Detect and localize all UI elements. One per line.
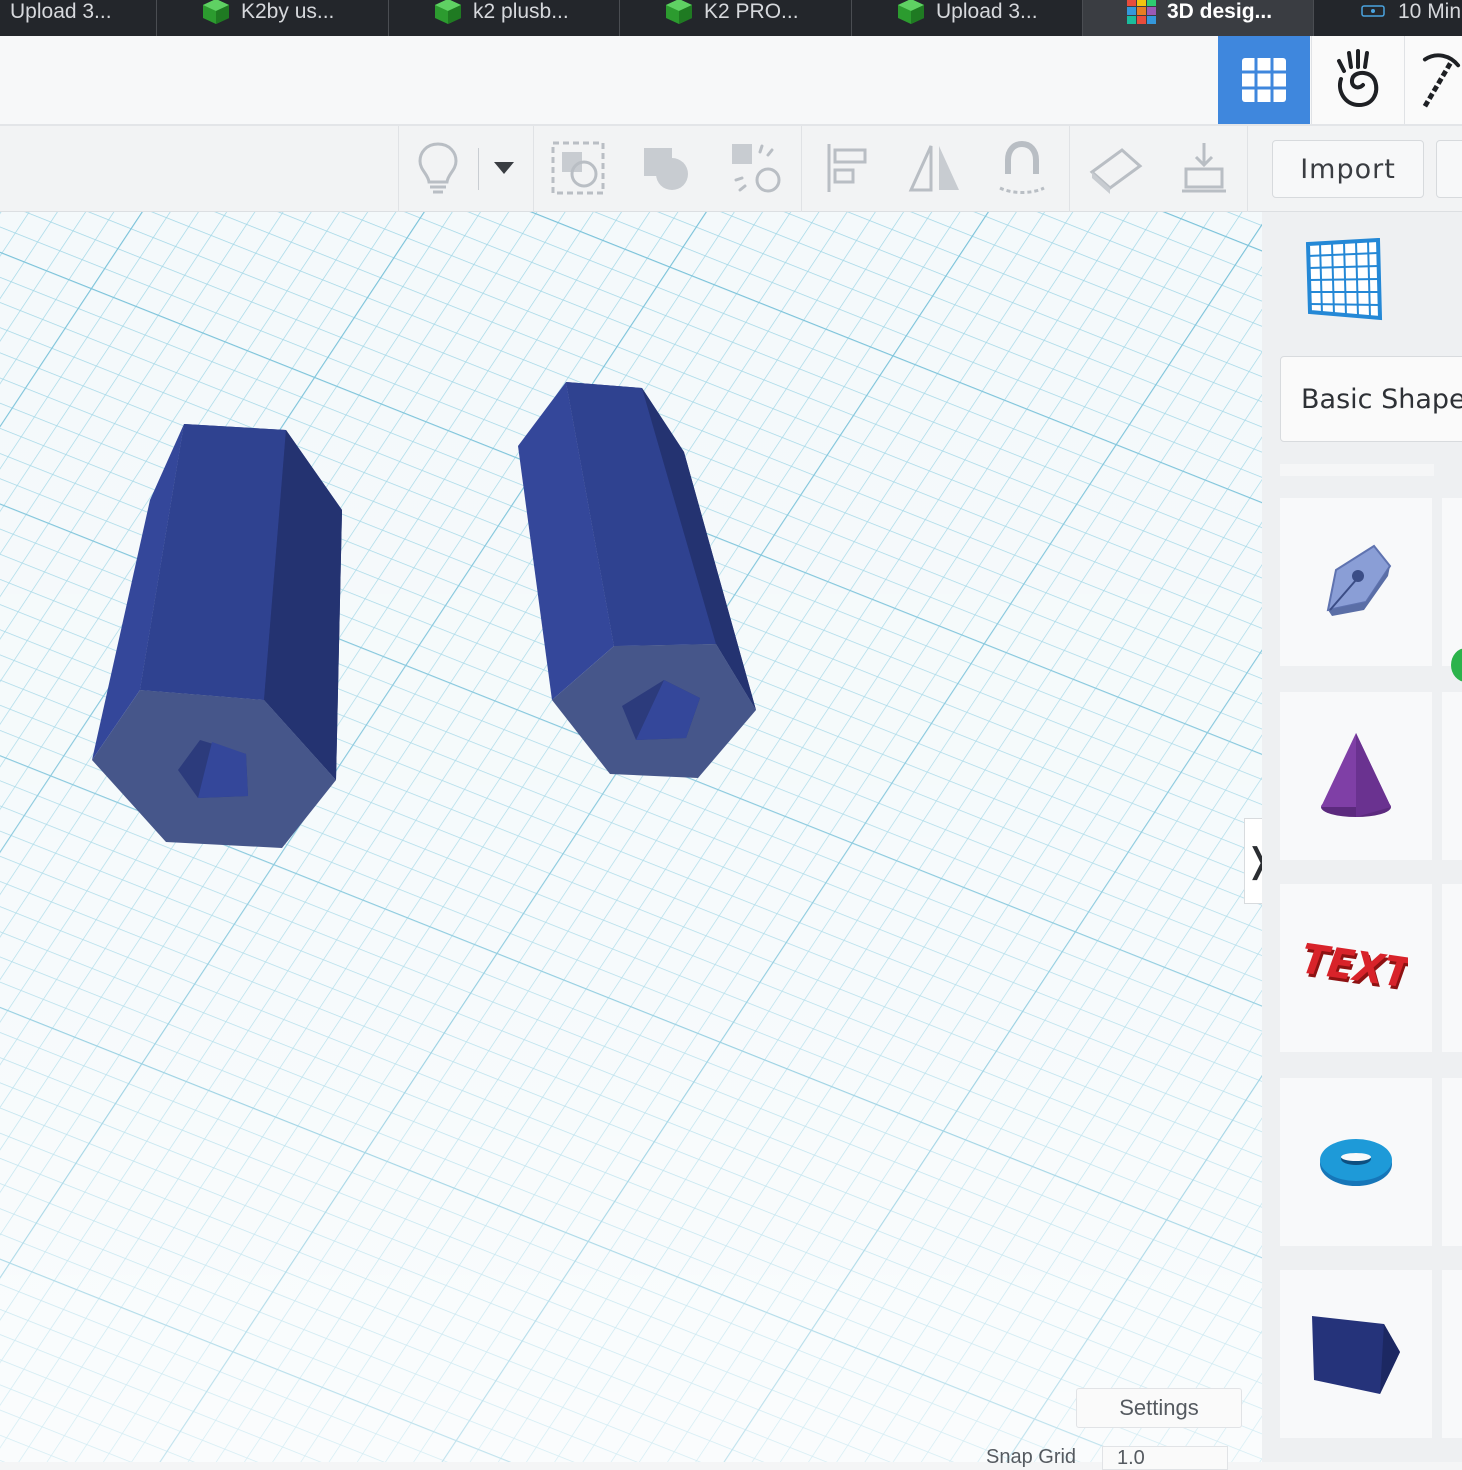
green-cube-icon bbox=[435, 0, 461, 24]
blocks-view-button[interactable] bbox=[1404, 36, 1462, 124]
tab-label: Upload 3... bbox=[936, 0, 1038, 23]
grid-view-button[interactable] bbox=[1218, 36, 1310, 124]
shape-item-torus[interactable] bbox=[1280, 1078, 1432, 1246]
shape-item-partial[interactable] bbox=[1442, 498, 1462, 666]
green-cube-icon bbox=[203, 0, 229, 24]
cruise-button[interactable] bbox=[992, 138, 1052, 198]
browser-tab[interactable]: Upload 3... bbox=[852, 0, 1083, 36]
tinkercad-logo-icon bbox=[1127, 0, 1156, 24]
solid-hole-button[interactable] bbox=[636, 138, 696, 198]
import-button[interactable]: Import bbox=[1272, 140, 1424, 198]
edit-toolbar: Import bbox=[0, 126, 1462, 212]
workplane-tool-button[interactable] bbox=[1300, 237, 1384, 322]
site-favicon-icon bbox=[1361, 5, 1385, 17]
app-header bbox=[0, 36, 1462, 126]
shape-category-select[interactable]: Basic Shapes bbox=[1280, 356, 1462, 442]
tab-label: 3D desig... bbox=[1167, 0, 1273, 23]
shape-item-partial[interactable] bbox=[1442, 1078, 1462, 1246]
torus-icon bbox=[1320, 1139, 1392, 1186]
cone-icon bbox=[1321, 733, 1391, 817]
workplane-ruler-icon bbox=[1089, 148, 1143, 194]
ungroup-button[interactable] bbox=[726, 138, 786, 198]
drop-button[interactable] bbox=[1174, 138, 1234, 198]
scribble-pen-icon bbox=[1326, 544, 1392, 616]
browser-tab[interactable]: 10 Minu bbox=[1314, 0, 1462, 36]
tab-label: k2 plusb... bbox=[473, 0, 569, 23]
tab-label: K2by us... bbox=[241, 0, 335, 23]
panel-divider bbox=[1280, 464, 1434, 476]
export-button[interactable] bbox=[1436, 140, 1462, 198]
group-button[interactable] bbox=[548, 138, 608, 198]
show-all-button[interactable] bbox=[408, 138, 468, 198]
browser-tab[interactable]: K2 PRO... bbox=[620, 0, 852, 36]
dropdown-arrow-icon bbox=[494, 162, 514, 174]
align-icon bbox=[827, 144, 867, 192]
workplane-grid-icon bbox=[1305, 237, 1383, 321]
tab-label: K2 PRO... bbox=[704, 0, 799, 23]
tab-label: 10 Minu bbox=[1398, 0, 1462, 23]
tab-label: Upload 3... bbox=[10, 0, 112, 23]
solid-hole-icon bbox=[644, 148, 688, 190]
blocks-pickaxe-icon bbox=[1422, 53, 1461, 108]
green-cube-icon bbox=[898, 0, 924, 24]
visibility-dropdown[interactable] bbox=[474, 138, 534, 198]
mirror-icon bbox=[908, 145, 959, 192]
shape-item-wedge[interactable] bbox=[1280, 1270, 1432, 1438]
tinker-hand-icon bbox=[1337, 49, 1379, 108]
browser-tab[interactable]: K2by us... bbox=[157, 0, 389, 36]
shapes-panel: Basic Shapes TEXT TEXT bbox=[1262, 212, 1462, 1462]
text-icon: TEXT TEXT bbox=[1304, 938, 1408, 998]
browser-tab-strip: Upload 3... K2by us... k2 plusb... K2 PR… bbox=[0, 0, 1462, 36]
browser-tab-active[interactable]: 3D desig... bbox=[1083, 0, 1314, 36]
workplane-ruler-button[interactable] bbox=[1086, 138, 1146, 198]
browser-tab[interactable]: k2 plusb... bbox=[389, 0, 620, 36]
mirror-button[interactable] bbox=[905, 138, 965, 198]
snap-grid-select[interactable]: 1.0 bbox=[1102, 1446, 1228, 1470]
settings-button[interactable]: Settings bbox=[1076, 1388, 1242, 1428]
shape-item-partial[interactable] bbox=[1442, 692, 1462, 860]
shape-item-cone[interactable] bbox=[1280, 692, 1432, 860]
workplane-canvas[interactable] bbox=[0, 212, 1262, 1462]
cruise-magnet-icon bbox=[999, 140, 1045, 194]
grid-view-icon bbox=[1242, 58, 1286, 102]
tinker-view-button[interactable] bbox=[1311, 36, 1404, 124]
snap-grid-label: Snap Grid bbox=[986, 1446, 1077, 1468]
green-cube-icon bbox=[666, 0, 692, 24]
snap-grid-control: Snap Grid 1.0 bbox=[986, 1446, 1246, 1470]
browser-tab[interactable]: Upload 3... bbox=[0, 0, 157, 36]
drop-to-plane-icon bbox=[1182, 143, 1226, 193]
shape-item-scribble[interactable] bbox=[1280, 498, 1432, 666]
wedge-icon bbox=[1312, 1316, 1400, 1394]
shape-item-text[interactable]: TEXT TEXT bbox=[1280, 884, 1432, 1052]
ungroup-icon bbox=[732, 144, 781, 193]
group-icon bbox=[551, 141, 605, 195]
lightbulb-icon bbox=[418, 142, 458, 194]
shape-item-partial[interactable] bbox=[1442, 1270, 1462, 1438]
shape-item-partial[interactable] bbox=[1442, 884, 1462, 1052]
align-button[interactable] bbox=[817, 138, 877, 198]
